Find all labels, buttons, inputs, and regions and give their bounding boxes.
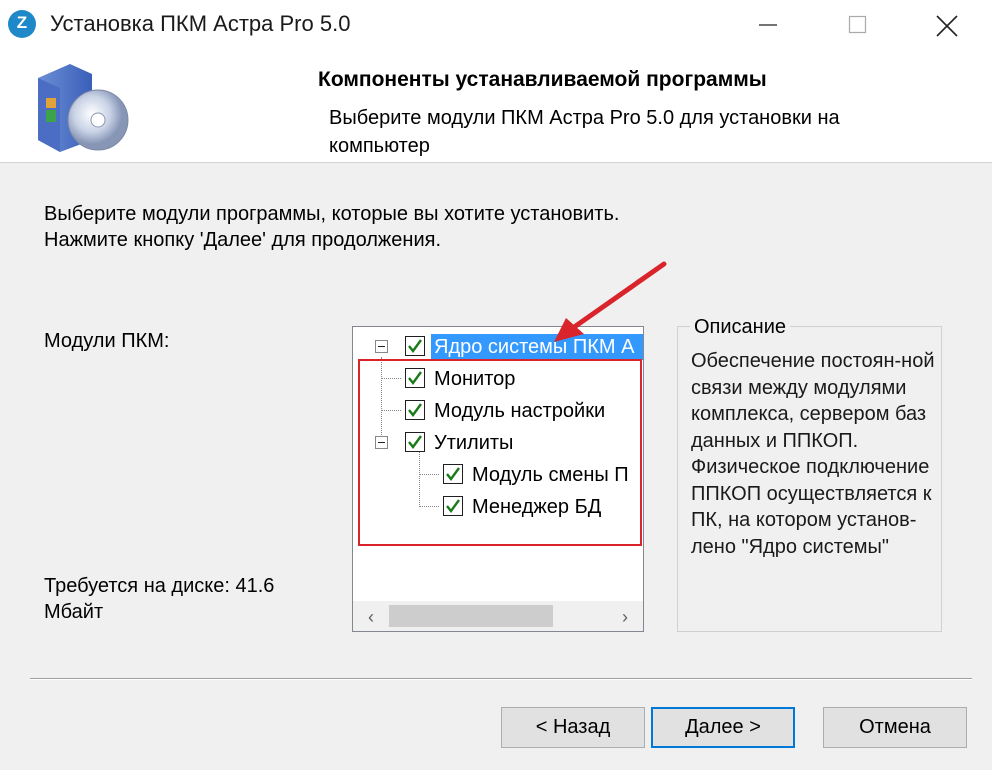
window-title: Установка ПКМ Астра Pro 5.0: [50, 11, 351, 36]
cancel-button[interactable]: Отмена: [823, 707, 967, 748]
disk-space-line-1: Требуется на диске: 41.6: [44, 575, 275, 597]
maximize-icon: [848, 15, 867, 34]
modules-label: Модули ПКМ:: [44, 330, 170, 352]
intro-line-1: Выберите модули программы, которые вы хо…: [44, 203, 620, 225]
app-icon: Z: [8, 10, 36, 38]
disk-space-label: Требуется на диске: 41.6 Мбайт: [44, 573, 334, 625]
installer-package-icon: [38, 64, 129, 152]
maximize-button[interactable]: [826, 0, 890, 50]
red-arrow-annotation: [554, 261, 667, 342]
collapse-icon[interactable]: [375, 340, 388, 353]
description-title: Описание: [690, 316, 791, 339]
back-button[interactable]: < Назад: [501, 707, 645, 748]
intro-line-2: Нажмите кнопку 'Далее' для продолжения.: [44, 229, 442, 251]
minimize-button[interactable]: [736, 0, 800, 50]
scroll-left-icon[interactable]: ‹: [361, 607, 381, 627]
minimize-icon: [759, 24, 777, 26]
check-icon: [408, 339, 422, 353]
description-text: Обеспечение постоян-ной связи между моду…: [691, 350, 935, 558]
scroll-thumb[interactable]: [389, 605, 553, 627]
checkbox-core[interactable]: [405, 336, 425, 356]
intro-text: Выберите модули программы, которые вы хо…: [44, 201, 619, 253]
header-subtitle: Выберите модули ПКМ Астра Pro 5.0 для ус…: [329, 107, 840, 157]
horizontal-scrollbar[interactable]: ‹ ›: [353, 601, 643, 631]
close-button[interactable]: [914, 0, 978, 50]
disk-space-line-2: Мбайт: [44, 601, 104, 623]
next-button[interactable]: Далее >: [651, 707, 795, 748]
scroll-right-icon[interactable]: ›: [615, 607, 635, 627]
separator: [30, 678, 972, 680]
highlight-annotation: [358, 359, 642, 546]
header-title: Компоненты устанавливаемой программы: [318, 68, 767, 91]
close-icon: [936, 15, 958, 37]
